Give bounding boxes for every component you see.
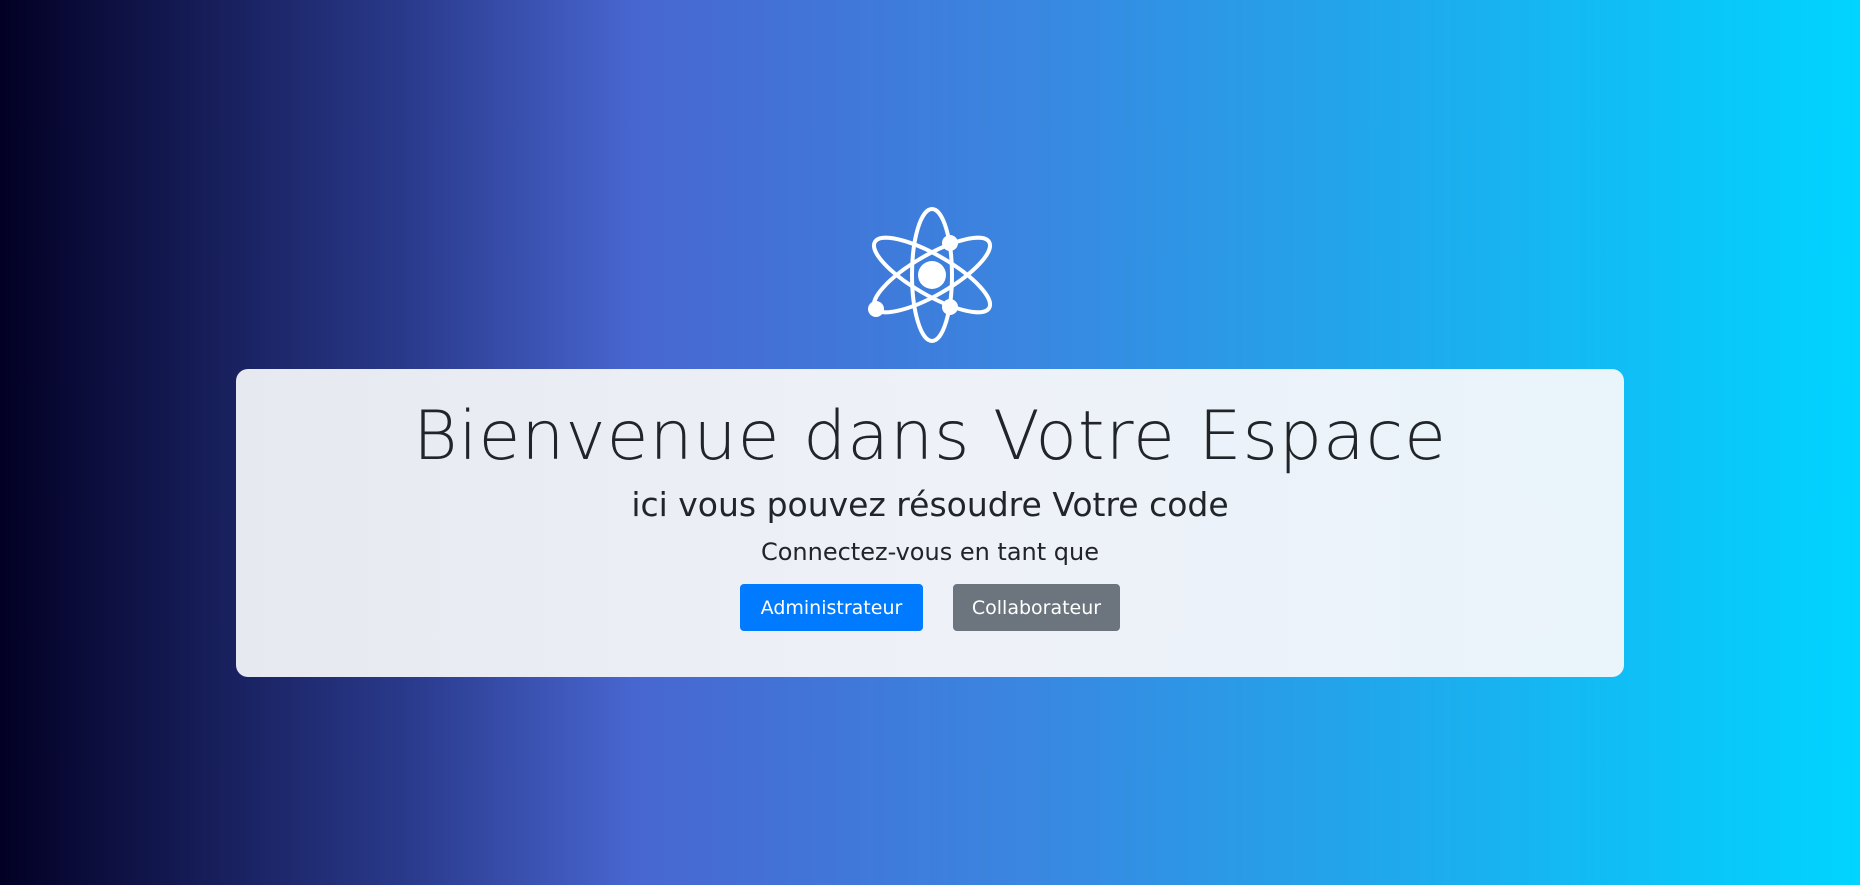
login-buttons: Administrateur Collaborateur	[236, 584, 1624, 631]
page-title: Bienvenue dans Votre Espace	[413, 397, 1447, 476]
collaborator-login-button[interactable]: Collaborateur	[953, 584, 1120, 631]
admin-login-button[interactable]: Administrateur	[740, 584, 923, 631]
page-subtitle: ici vous pouvez résoudre Votre code	[631, 485, 1229, 524]
welcome-card: Bienvenue dans Votre Espace ici vous pou…	[236, 369, 1624, 677]
atom-icon	[864, 204, 1000, 346]
login-prompt: Connectez-vous en tant que	[760, 538, 1100, 566]
